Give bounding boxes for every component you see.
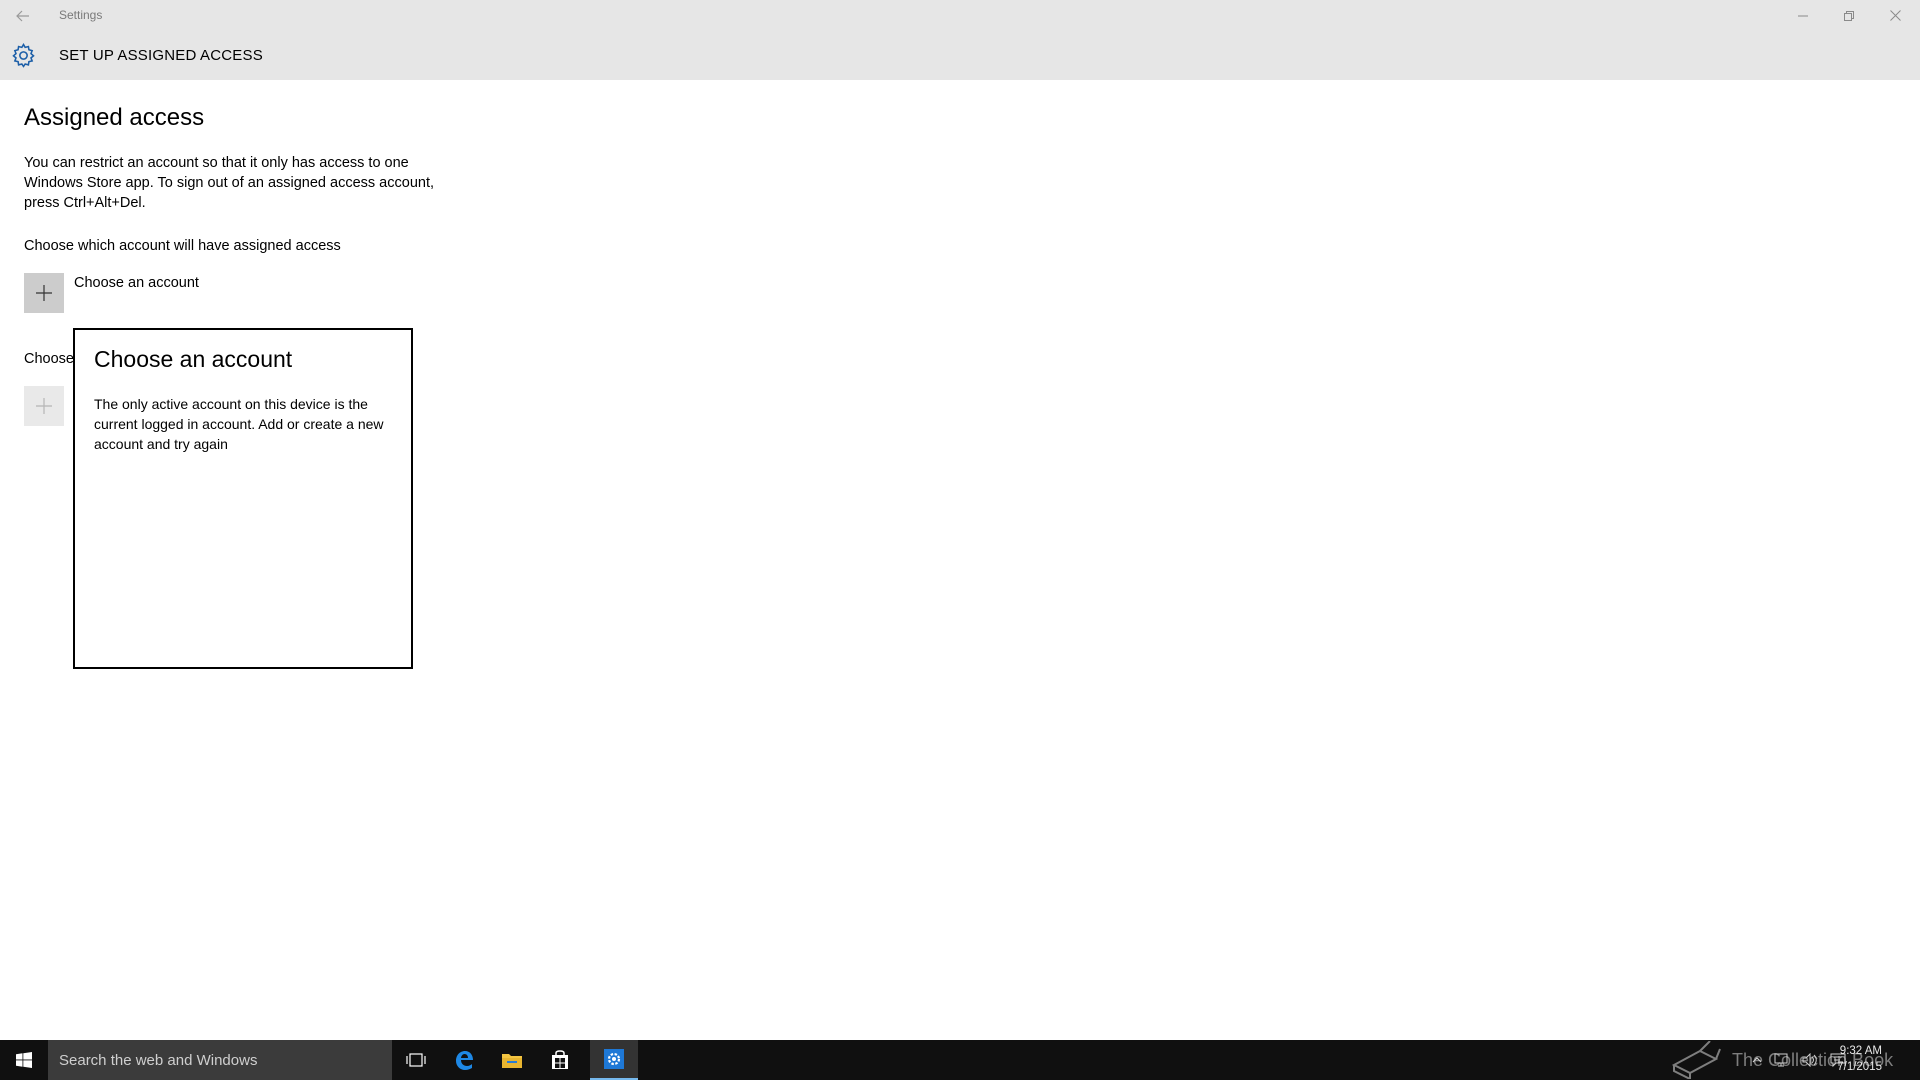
- system-tray: [1752, 1040, 1846, 1080]
- store-icon: [552, 1050, 568, 1069]
- restore-button[interactable]: [1826, 0, 1872, 31]
- close-icon: [1889, 10, 1901, 21]
- file-explorer-button[interactable]: [488, 1040, 536, 1080]
- clock-date: 7/1/2015: [1837, 1061, 1882, 1073]
- account-section-label: Choose which account will have assigned …: [24, 238, 341, 254]
- volume-icon[interactable]: [1802, 1053, 1818, 1067]
- minimize-button[interactable]: [1780, 0, 1826, 31]
- flyout-message: The only active account on this device i…: [94, 396, 384, 452]
- add-app-button[interactable]: [24, 386, 64, 426]
- taskbar: Search the web and Windows The Collectio…: [0, 1040, 1920, 1080]
- header-title: SET UP ASSIGNED ACCESS: [59, 47, 263, 64]
- chevron-up-icon[interactable]: [1752, 1056, 1762, 1064]
- choose-account-label[interactable]: Choose an account: [74, 275, 199, 291]
- network-icon[interactable]: [1774, 1053, 1790, 1067]
- page-title: Assigned access: [24, 104, 205, 131]
- settings-taskbar-button[interactable]: [590, 1040, 638, 1080]
- edge-button[interactable]: [440, 1040, 488, 1080]
- page-header: SET UP ASSIGNED ACCESS: [0, 31, 1920, 80]
- book-icon: [1671, 1041, 1721, 1079]
- taskbar-search-box[interactable]: Search the web and Windows: [48, 1040, 392, 1080]
- app-section-label: Choose: [24, 351, 74, 367]
- clock-time: 9:32 AM: [1839, 1045, 1882, 1057]
- choose-account-flyout: Choose an account The only active accoun…: [73, 328, 413, 669]
- edge-icon: [456, 1051, 473, 1070]
- title-bar: Settings: [0, 0, 1920, 31]
- task-view-button[interactable]: [392, 1040, 440, 1080]
- description-text: You can restrict an account so that it o…: [24, 155, 435, 211]
- search-placeholder: Search the web and Windows: [59, 1051, 258, 1069]
- flyout-title: Choose an account: [94, 346, 293, 372]
- add-account-button[interactable]: [24, 273, 64, 313]
- plus-icon: [36, 285, 52, 301]
- close-button[interactable]: [1872, 0, 1918, 31]
- restore-icon: [1844, 10, 1854, 21]
- store-button[interactable]: [536, 1040, 584, 1080]
- windows-start-icon: [16, 1052, 32, 1068]
- gear-icon: [12, 43, 35, 68]
- task-view-icon: [406, 1053, 426, 1067]
- app-title: Settings: [59, 8, 103, 22]
- back-arrow-icon: [16, 10, 29, 21]
- back-button[interactable]: [0, 0, 46, 31]
- start-button[interactable]: [0, 1040, 48, 1080]
- settings-icon: [604, 1049, 624, 1069]
- clock[interactable]: 9:32 AM 7/1/2015: [1837, 1043, 1882, 1075]
- plus-icon: [36, 398, 52, 414]
- minimize-icon: [1798, 15, 1808, 16]
- file-explorer-icon: [502, 1054, 522, 1068]
